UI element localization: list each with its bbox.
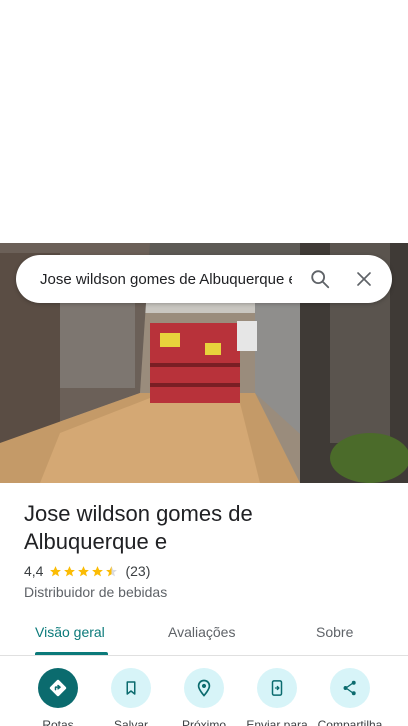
star-icon — [78, 565, 90, 576]
review-count: (23) — [125, 563, 151, 579]
tab-overview[interactable]: Visão geral — [35, 624, 105, 640]
share-button[interactable]: Compartilha — [310, 668, 390, 726]
close-icon — [357, 272, 371, 286]
nearby-button[interactable]: Próximo — [164, 668, 244, 726]
action-bar: Rotas Salvar Próximo Enviar para Compart… — [0, 668, 408, 726]
send-to-phone-button-circle[interactable] — [257, 668, 297, 708]
half-star-icon — [106, 565, 118, 576]
nearby-button-circle[interactable] — [184, 668, 224, 708]
star-icon — [64, 565, 76, 576]
save-button-circle[interactable] — [111, 668, 151, 708]
place-category: Distribuidor de bebidas — [24, 584, 168, 600]
rating-value: 4,4 — [24, 563, 44, 579]
star-icon — [50, 565, 62, 576]
share-icon — [343, 680, 356, 696]
search-bar[interactable]: Jose wildson gomes de Albuquerque e — [16, 255, 392, 303]
place-title-line1: Jose wildson gomes de — [24, 501, 253, 526]
clear-search-button[interactable] — [342, 257, 386, 301]
star-icon — [92, 565, 104, 576]
save-button[interactable]: Salvar — [91, 668, 171, 726]
search-input[interactable]: Jose wildson gomes de Albuquerque e — [16, 271, 292, 288]
tab-about[interactable]: Sobre — [316, 624, 353, 640]
share-button-circle[interactable] — [330, 668, 370, 708]
tab-bar: Visão geral Avaliações Sobre — [0, 612, 408, 656]
send-to-phone-icon — [271, 680, 283, 696]
place-title: Jose wildson gomes de Albuquerque e — [24, 500, 384, 556]
rating-row[interactable]: 4,4 (23) — [24, 563, 150, 579]
send-to-phone-button[interactable]: Enviar para — [237, 668, 317, 726]
send-to-phone-label: Enviar para — [246, 718, 308, 726]
rating-stars — [49, 565, 119, 578]
save-label: Salvar — [113, 718, 148, 726]
place-title-line2: Albuquerque e — [24, 529, 168, 554]
tab-reviews[interactable]: Avaliações — [168, 624, 235, 640]
nearby-icon — [197, 679, 211, 697]
search-button[interactable] — [298, 257, 342, 301]
directions-label: Rotas — [42, 718, 74, 726]
directions-button[interactable]: Rotas — [18, 668, 98, 726]
active-tab-indicator — [35, 652, 108, 655]
directions-button-circle[interactable] — [38, 668, 78, 708]
directions-icon — [49, 679, 67, 697]
bookmark-icon — [126, 681, 136, 695]
nearby-label: Próximo — [181, 718, 226, 726]
search-icon — [311, 270, 330, 289]
screen: Jose wildson gomes de Albuquerque e Jose… — [0, 0, 408, 726]
share-label: Compartilha — [317, 718, 383, 726]
